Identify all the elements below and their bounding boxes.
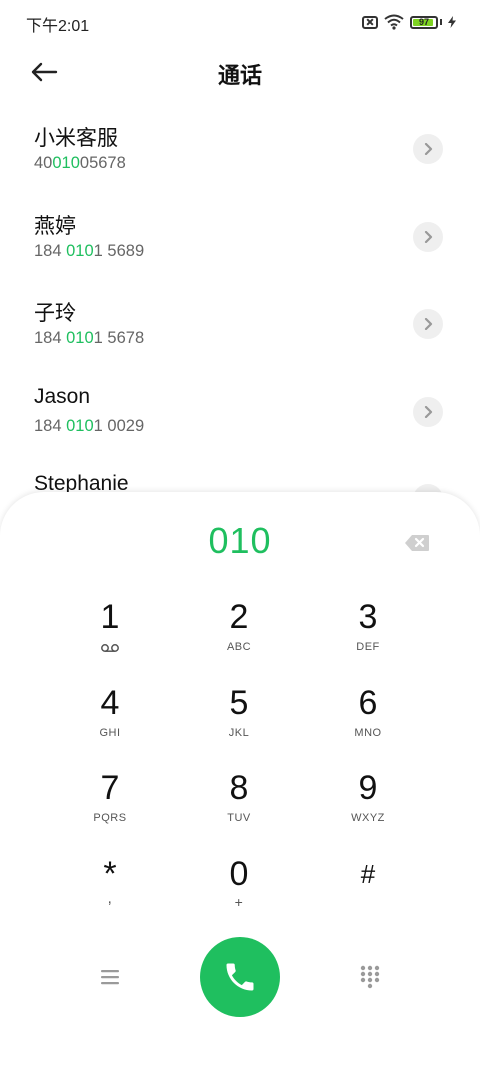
key-digit: 1 xyxy=(100,598,120,636)
key-digit: 6 xyxy=(358,684,378,722)
number-prefix: 184 xyxy=(34,241,67,260)
key-digit: 7 xyxy=(100,769,120,807)
key-3[interactable]: 3 DEF xyxy=(308,597,428,677)
key-digit: 2 xyxy=(229,598,249,636)
number-match: 010 xyxy=(52,154,80,172)
number-match: 010 xyxy=(66,329,94,347)
key-5[interactable]: 5 JKL xyxy=(179,683,299,763)
number-prefix: 40 xyxy=(34,154,53,172)
number-match: 010 xyxy=(66,241,94,260)
key-9[interactable]: 9 WXYZ xyxy=(308,768,428,848)
contact-number: 184 0101 5689 xyxy=(34,242,144,261)
dialpad-icon xyxy=(360,965,380,989)
key-4[interactable]: 4 GHI xyxy=(50,683,170,763)
key-letters: GHI xyxy=(99,727,121,739)
contact-detail-button[interactable] xyxy=(413,134,443,164)
battery-level: 97 xyxy=(418,16,429,27)
charging-icon xyxy=(448,16,456,28)
key-letters: WXYZ xyxy=(351,812,385,824)
contact-row[interactable]: 小米客服 4001005678 xyxy=(0,112,480,200)
battery-icon: 97 xyxy=(410,15,438,29)
contact-name: 燕婷 xyxy=(34,214,76,238)
chevron-right-icon xyxy=(424,318,433,330)
number-suffix: 1 5689 xyxy=(93,241,145,260)
key-digit: 4 xyxy=(100,684,120,722)
wifi-icon xyxy=(384,14,404,30)
key-digit: 0 xyxy=(229,855,249,893)
key-letters: DEF xyxy=(356,641,380,653)
number-prefix: 184 xyxy=(34,416,67,435)
contact-detail-button[interactable] xyxy=(413,221,443,252)
contact-row[interactable]: Jason 184 0101 0029 xyxy=(0,375,480,463)
contact-number: 4001005678 xyxy=(34,154,126,173)
backspace-button[interactable] xyxy=(404,534,430,552)
key-digit: 8 xyxy=(229,769,249,807)
key-letters: TUV xyxy=(227,812,251,824)
contact-row[interactable]: 子玲 184 0101 5678 xyxy=(0,287,480,375)
page-title: 通话 xyxy=(217,63,262,88)
number-suffix: 05678 xyxy=(79,154,126,172)
contact-detail-button[interactable] xyxy=(413,309,443,339)
menu-button[interactable] xyxy=(96,963,124,991)
key-1[interactable]: 1 xyxy=(50,597,170,677)
key-letters: ABC xyxy=(226,641,252,653)
number-match: 010 xyxy=(66,416,94,435)
contact-name: Jason xyxy=(34,384,91,408)
dialpad-actions xyxy=(0,935,480,1019)
contact-name: 小米客服 xyxy=(34,127,118,150)
header: 通话 xyxy=(0,44,480,100)
key-digit: # xyxy=(360,859,376,889)
key-letters: PQRS xyxy=(93,812,127,824)
chevron-right-icon xyxy=(424,230,433,243)
phone-icon xyxy=(226,963,254,991)
contact-number: 184 0101 0029 xyxy=(34,417,144,436)
key-letters: JKL xyxy=(228,727,250,739)
status-time: 下午2:01 xyxy=(26,18,90,35)
call-button[interactable] xyxy=(200,937,280,1017)
contact-name: 子玲 xyxy=(34,302,76,325)
key-digit: 9 xyxy=(358,769,378,807)
key-hash[interactable]: # xyxy=(308,854,428,934)
battery-tip xyxy=(440,19,442,25)
toggle-keypad-button[interactable] xyxy=(356,963,384,991)
key-letters: MNO xyxy=(354,727,382,739)
backspace-icon xyxy=(405,535,429,551)
chevron-right-icon xyxy=(424,405,433,418)
contact-detail-button[interactable] xyxy=(413,396,443,427)
contact-list: 小米客服 4001005678 燕婷 184 0101 5689 子玲 184 … xyxy=(0,112,480,550)
key-digit: 3 xyxy=(358,598,378,636)
key-2[interactable]: 2 ABC xyxy=(179,597,299,677)
key-digit: 5 xyxy=(229,684,249,722)
key-8[interactable]: 8 TUV xyxy=(179,768,299,848)
key-0[interactable]: 0 + xyxy=(179,854,299,934)
number-suffix: 1 0029 xyxy=(93,416,145,435)
menu-icon xyxy=(101,970,119,985)
voicemail-icon xyxy=(101,644,119,652)
chevron-right-icon xyxy=(424,143,433,155)
status-icons: 97 xyxy=(362,12,456,32)
dialpad-sheet: 010 1 2 ABC 3 DEF 4 GHI 5 JKL 6 MNO 7 PQ… xyxy=(0,492,480,1066)
number-prefix: 184 xyxy=(34,329,67,347)
key-7[interactable]: 7 PQRS xyxy=(50,768,170,848)
contact-number: 184 0101 5678 xyxy=(34,329,144,348)
key-6[interactable]: 6 MNO xyxy=(308,683,428,763)
key-letters: + xyxy=(234,894,244,910)
number-suffix: 1 5678 xyxy=(93,329,145,347)
no-sim-icon xyxy=(362,15,378,29)
key-letters: , xyxy=(107,890,113,907)
key-star[interactable]: * , xyxy=(50,854,170,934)
status-bar: 下午2:01 97 xyxy=(0,0,480,44)
key-digit: * xyxy=(103,855,117,893)
contact-row[interactable]: 燕婷 184 0101 5689 xyxy=(0,200,480,288)
